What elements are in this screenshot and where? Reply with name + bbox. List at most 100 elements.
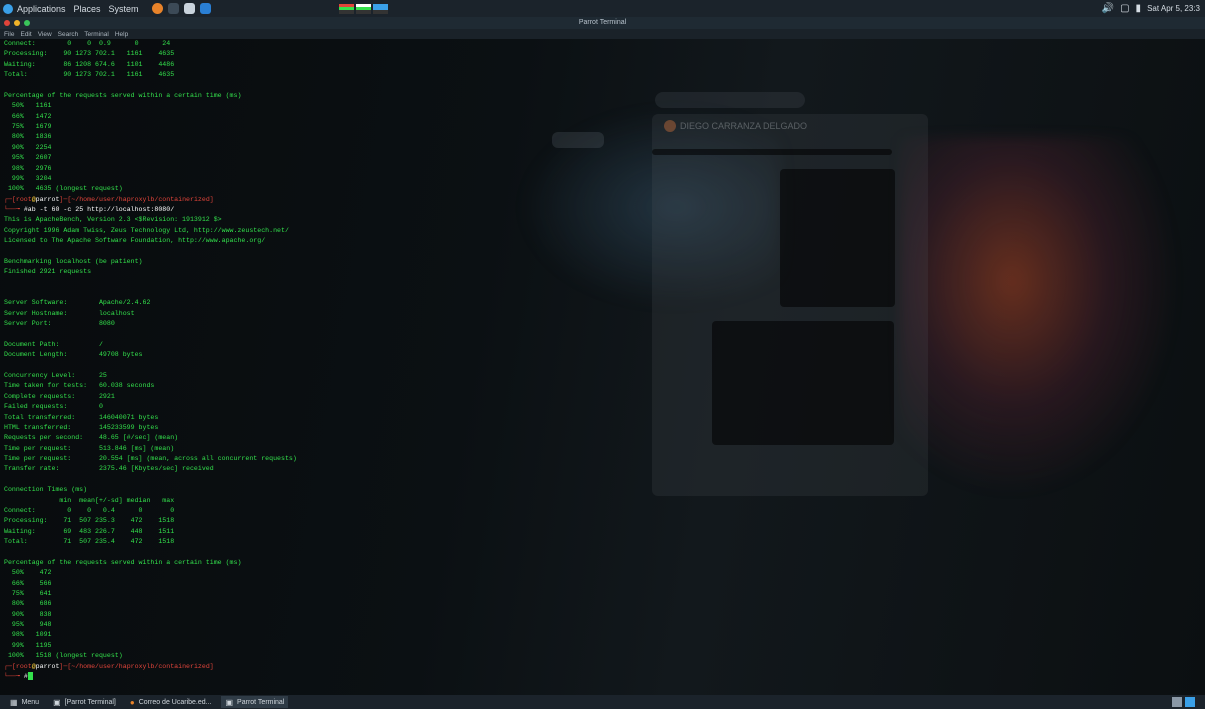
text-editor-icon[interactable] (183, 3, 195, 14)
terminal-line: Total: 71 507 235.4 472 1518 (4, 538, 175, 545)
taskbar-item-label: [Parrot Terminal] (64, 698, 116, 706)
window-titlebar[interactable]: Parrot Terminal (0, 17, 1205, 29)
prompt-host: parrot (35, 195, 60, 203)
menu-file[interactable]: File (4, 31, 14, 38)
clock[interactable]: Sat Apr 5, 23:3 (1147, 4, 1200, 13)
taskbar-item-label: Parrot Terminal (237, 698, 285, 706)
terminal-line: Copyright 1996 Adam Twiss, Zeus Technolo… (4, 226, 289, 234)
terminal-window: DIEGO CARRANZA DELGADO Parrot Terminal F… (0, 17, 1205, 695)
terminal-line: Licensed to The Apache Software Foundati… (4, 237, 266, 245)
taskbar-item-parrot-terminal[interactable]: ▣ Parrot Terminal (221, 696, 289, 708)
terminal-line: Complete requests: 2921 (4, 392, 115, 400)
quick-launchers (147, 3, 211, 14)
output-block-ab-results: This is ApacheBench, Version 2.3 <$Revis… (4, 216, 297, 659)
terminal-line: Connect: 0 0 0.4 0 0 (4, 506, 175, 514)
text-cursor[interactable] (27, 672, 33, 681)
applications-menu[interactable]: Applications (3, 3, 66, 14)
terminal-line: 80% 686 (11, 600, 52, 608)
top-panel: Applications Places System 🔊 ▢ ▮ Sat Apr… (0, 0, 1205, 17)
terminal-line: Transfer rate: 2375.46 [Kbytes/sec] rece… (4, 465, 214, 473)
terminal-line: 75% 1679 (11, 123, 52, 130)
terminal-line: Total transferred: 146040071 bytes (4, 413, 159, 421)
terminal-line: Finished 2921 requests (4, 268, 92, 276)
terminal-line: Connection Times (ms) (4, 486, 88, 494)
terminal-line: 80% 1836 (11, 133, 52, 141)
terminal-line: Percentage of the requests served within… (4, 558, 242, 566)
firefox-icon[interactable] (151, 3, 163, 14)
terminal-line: Time per request: 20.554 [ms] (mean, acr… (4, 455, 297, 462)
taskbar-item-mail[interactable]: ● Correo de Ucaribe.ed... (126, 696, 216, 708)
terminal-line: 100% 4635 (longest request) (7, 185, 123, 193)
volume-icon[interactable]: 🔊 (1102, 3, 1114, 14)
terminal-line: Server Software: Apache/2.4.62 (4, 299, 151, 307)
terminal-line: Document Length: 49708 bytes (4, 351, 143, 359)
applications-label: Applications (17, 3, 66, 14)
terminal-line: 99% 3204 (11, 174, 52, 182)
terminal-line: 66% 1472 (11, 112, 52, 120)
terminal-line: HTML transferred: 145233599 bytes (4, 423, 159, 431)
terminal-line: 98% 1091 (11, 631, 52, 639)
firefox-icon: ● (129, 697, 135, 707)
output-block-previous: Connect: 0 0 0.9 0 24 Processing: 90 127… (4, 40, 241, 192)
battery-icon[interactable]: ▮ (1136, 3, 1142, 14)
terminal-line: 100% 1518 (longest request) (7, 652, 123, 660)
terminal-line: 95% 2607 (11, 154, 52, 162)
terminal-line: Connect: 0 0 0.9 0 24 (4, 40, 171, 47)
terminal-line: Processing: 90 1273 702.1 1161 4635 (4, 50, 175, 58)
terminal-line: This is ApacheBench, Version 2.3 <$Revis… (4, 216, 222, 224)
terminal-output[interactable]: Connect: 0 0 0.9 0 24 Processing: 90 127… (4, 39, 724, 695)
terminal-line: Waiting: 86 1208 674.6 1101 4486 (4, 60, 175, 68)
workspace-1[interactable] (339, 4, 354, 14)
terminal-line: Benchmarking localhost (be patient) (4, 257, 143, 265)
terminal-line: min mean[+/-sd] median max (59, 496, 175, 504)
terminal-line: Document Path: / (4, 340, 103, 348)
system-menu[interactable]: System (109, 4, 139, 14)
background-panel-upper (780, 169, 895, 307)
terminal-line: 90% 2254 (11, 143, 52, 151)
places-menu[interactable]: Places (74, 4, 101, 14)
taskbar-item-label: Correo de Ucaribe.ed... (138, 698, 212, 706)
parrot-logo-icon (3, 3, 13, 14)
taskbar-item-terminal-minimized[interactable]: ▣ [Parrot Terminal] (49, 696, 120, 708)
workspace-2[interactable] (356, 4, 371, 14)
network-icon[interactable]: ▢ (1120, 3, 1129, 14)
terminal-line: Requests per second: 48.65 [#/sec] (mean… (4, 434, 179, 442)
menu-terminal[interactable]: Terminal (84, 31, 109, 38)
menu-edit[interactable]: Edit (20, 31, 31, 38)
menu-label: Menu (21, 698, 40, 706)
prompt-line-1: ┌─[root@parrot]─[~/home/user/haproxylb/c… (4, 195, 214, 213)
terminal-line: Time per request: 513.846 [ms] (mean) (4, 444, 175, 452)
system-tray: 🔊 ▢ ▮ Sat Apr 5, 23:3 (1102, 0, 1200, 17)
wallpaper-parrot-art (900, 137, 1180, 497)
terminal-icon: ▣ (225, 697, 234, 707)
terminal-line: 50% 472 (11, 569, 52, 577)
menu-help[interactable]: Help (115, 31, 128, 38)
menu-search[interactable]: Search (58, 31, 79, 38)
grid-menu-icon: ▦ (10, 697, 18, 707)
terminal-line: Failed requests: 0 (4, 403, 103, 411)
terminal-line: Server Port: 8080 (4, 320, 115, 328)
terminal-line: 95% 948 (11, 621, 52, 628)
background-panel-lower (712, 321, 894, 445)
prompt-line-2: ┌─[root@parrot]─[~/home/user/haproxylb/c… (4, 662, 214, 681)
desktop-switcher[interactable] (1172, 697, 1195, 707)
terminal-line: 99% 1195 (11, 641, 52, 649)
vscode-icon[interactable] (199, 3, 211, 14)
prompt-path: ~/home/user/haproxylb/containerized (71, 195, 210, 203)
menu-button[interactable]: ▦ Menu (6, 696, 43, 708)
terminal-line: 66% 566 (11, 579, 52, 587)
desktop-2[interactable] (1185, 697, 1195, 707)
prompt-user: root (15, 195, 32, 203)
terminal-line: Processing: 71 507 235.3 472 1518 (4, 517, 175, 525)
workspace-3[interactable] (373, 4, 388, 14)
terminal-icon: ▣ (53, 697, 61, 707)
window-title: Parrot Terminal (578, 19, 627, 26)
terminal-line: Percentage of the requests served within… (4, 91, 242, 99)
menu-view[interactable]: View (38, 31, 52, 38)
terminal-line: 98% 2976 (11, 164, 52, 172)
terminal-launcher-icon[interactable] (167, 3, 179, 14)
terminal-line: Waiting: 69 483 226.7 448 1511 (4, 527, 175, 535)
workspace-switcher[interactable] (339, 4, 388, 14)
terminal-line: 50% 1161 (11, 102, 52, 110)
desktop-1[interactable] (1172, 697, 1182, 707)
